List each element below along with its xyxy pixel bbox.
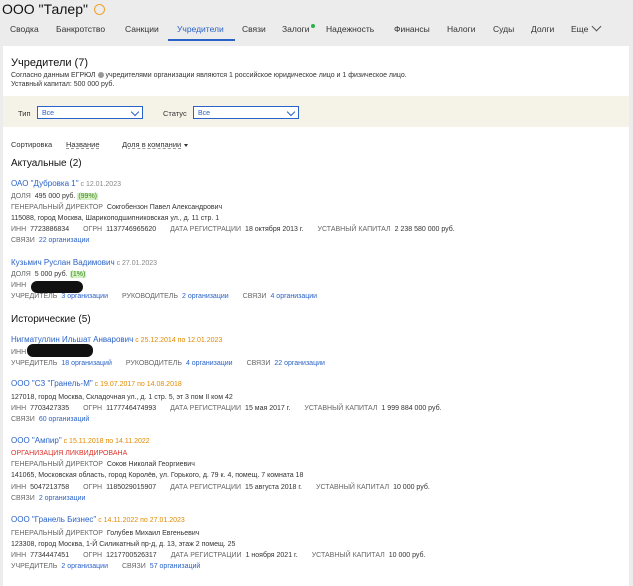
founder-row: ООО "СЗ "Гранель-М" с 19.07.2017 по 14.0… xyxy=(11,379,182,388)
requisites-row: ИНН 5047213758 ОГРН 1185029015907 ДАТА РЕГИС… xyxy=(11,484,430,491)
director-row: ГЕНЕРАЛЬНЫЙ ДИРЕКТОР Сокгобензон Павел Ал… xyxy=(11,204,223,211)
founder-name[interactable]: ООО "Ампир" xyxy=(11,436,62,445)
company-title: ООО "Талер" xyxy=(2,1,105,17)
founder-link[interactable]: 3 организации xyxy=(61,293,108,300)
requisites-row: ИНН 7734447451 ОГРН 1217700526317 ДАТА РЕГИС… xyxy=(11,552,426,559)
tab-more[interactable]: Еще xyxy=(571,21,602,34)
founder-name[interactable]: ООО "СЗ "Гранель-М" xyxy=(11,379,93,388)
tab-courts[interactable]: Суды xyxy=(493,24,514,34)
clock-icon[interactable] xyxy=(93,4,105,15)
chevron-down-icon xyxy=(286,107,296,117)
caret-down-icon xyxy=(184,143,189,147)
requisites-row: ИНН 7703427335 ОГРН 1177746474993 ДАТА РЕГИС… xyxy=(11,405,442,412)
founder-row: ООО "Гранель Бизнес" с 14.11.2022 по 27.… xyxy=(11,515,185,524)
head-link[interactable]: 4 организации xyxy=(186,360,233,367)
sort-by-share[interactable]: Доля в компании xyxy=(122,140,189,149)
links-row: СВЯЗИ 60 организаций xyxy=(11,416,90,423)
founder-row: Кузьмич Руслан Вадимович с 27.01.2023 xyxy=(11,258,158,267)
address-row: 141065, Московская область, город Королё… xyxy=(11,472,304,479)
tab-founders[interactable]: Учредители xyxy=(177,24,224,34)
share-badge: (1%) xyxy=(69,271,87,278)
page-header: ООО "Талер" xyxy=(0,0,633,20)
founder-link[interactable]: 18 организаций xyxy=(61,360,112,367)
address-row: 123308, город Москва, 1-Й Силикатный пр-… xyxy=(11,541,236,548)
requisites-row: ИНН 7723886834 ОГРН 1137746965620 ДАТА РЕГИС… xyxy=(11,226,455,233)
founder-name[interactable]: Нигматуллин Ильшат Анварович xyxy=(11,335,133,344)
new-indicator-icon xyxy=(310,24,315,28)
founder-name[interactable]: Кузьмич Руслан Вадимович xyxy=(11,258,115,267)
filter-bar: Тип Все Статус Все xyxy=(3,96,629,127)
sort-label: Сортировка xyxy=(11,140,53,149)
stats-row: УЧРЕДИТЕЛЬ 3 организации РУКОВОДИТЕЛЬ 2 орг… xyxy=(11,293,318,300)
tab-sanctions[interactable]: Санкции xyxy=(125,24,159,34)
tab-taxes[interactable]: Налоги xyxy=(447,24,476,34)
chevron-down-icon xyxy=(130,107,140,117)
active-tab-indicator xyxy=(168,39,235,41)
redaction-mark xyxy=(31,281,83,293)
address-row: 115088, город Москва, Шарикоподшипниковс… xyxy=(11,215,220,222)
stats-row: УЧРЕДИТЕЛЬ 18 организаций РУКОВОДИТЕЛЬ 4 ор… xyxy=(11,360,325,367)
tab-debts[interactable]: Долги xyxy=(531,24,554,34)
capital-note: Уставный капитал: 500 000 руб. xyxy=(11,81,115,88)
tab-bankruptcy[interactable]: Банкротство xyxy=(56,24,105,34)
founder-name[interactable]: ООО "Гранель Бизнес" xyxy=(11,515,96,524)
links-link[interactable]: 22 организации xyxy=(274,360,325,367)
actual-title: Актуальные (2) xyxy=(11,158,82,169)
address-row: 127018, город Москва, Складочная ул., д.… xyxy=(11,394,233,401)
info-icon[interactable] xyxy=(98,72,105,79)
links-link[interactable]: 60 организаций xyxy=(39,416,90,423)
tab-pledges[interactable]: Залоги xyxy=(282,24,315,34)
type-select[interactable]: Все xyxy=(37,106,143,119)
tab-reliability[interactable]: Надежность xyxy=(326,24,374,34)
chevron-down-icon xyxy=(591,21,602,32)
links-link[interactable]: 2 организации xyxy=(39,495,86,502)
redaction-mark xyxy=(27,344,93,357)
section-title: Учредители (7) xyxy=(11,57,89,69)
stats-row: УЧРЕДИТЕЛЬ 2 организации СВЯЗИ 57 организац… xyxy=(11,563,201,570)
founder-link[interactable]: 2 организации xyxy=(61,563,108,570)
tab-bar: Сводка Банкротство Санкции Учредители Св… xyxy=(0,20,633,41)
liquidated-status: ОРГАНИЗАЦИЯ ЛИКВИДИРОВАНА xyxy=(11,450,128,457)
founder-row: Нигматуллин Ильшат Анварович с 25.12.201… xyxy=(11,335,223,344)
founder-row: ОАО "Дубровка 1" с 12.01.2023 xyxy=(11,179,121,188)
links-link[interactable]: 22 организации xyxy=(39,237,90,244)
director-row: ГЕНЕРАЛЬНЫЙ ДИРЕКТОР Соков Николай Георги… xyxy=(11,461,195,468)
head-link[interactable]: 2 организации xyxy=(182,293,229,300)
status-select[interactable]: Все xyxy=(193,106,299,119)
share-row: ДОЛЯ 495 000 руб. (99%) xyxy=(11,193,99,200)
links-row: СВЯЗИ 2 организации xyxy=(11,495,86,502)
tab-finance[interactable]: Финансы xyxy=(394,24,430,34)
founder-row: ООО "Ампир" с 15.11.2018 по 14.11.2022 xyxy=(11,436,150,445)
founder-name[interactable]: ОАО "Дубровка 1" xyxy=(11,179,79,188)
founders-panel: Учредители (7) Согласно данным ЕГРЮЛ учр… xyxy=(3,46,629,586)
inn-row: ИНН xyxy=(11,282,27,289)
section-note: Согласно данным ЕГРЮЛ учредителями орган… xyxy=(11,72,407,79)
historical-title: Исторические (5) xyxy=(11,314,91,325)
share-row: ДОЛЯ 5 000 руб. (1%) xyxy=(11,271,87,278)
tab-summary[interactable]: Сводка xyxy=(10,24,39,34)
tab-links[interactable]: Связи xyxy=(242,24,266,34)
type-label: Тип xyxy=(18,109,31,118)
status-label: Статус xyxy=(163,109,187,118)
director-row: ГЕНЕРАЛЬНЫЙ ДИРЕКТОР Голубев Михаил Евген… xyxy=(11,530,200,537)
share-badge: (99%) xyxy=(77,193,99,200)
links-link[interactable]: 4 организации xyxy=(270,293,317,300)
sort-by-name[interactable]: Название xyxy=(66,140,100,149)
links-link[interactable]: 57 организаций xyxy=(150,563,201,570)
links-row: СВЯЗИ 22 организации xyxy=(11,237,90,244)
